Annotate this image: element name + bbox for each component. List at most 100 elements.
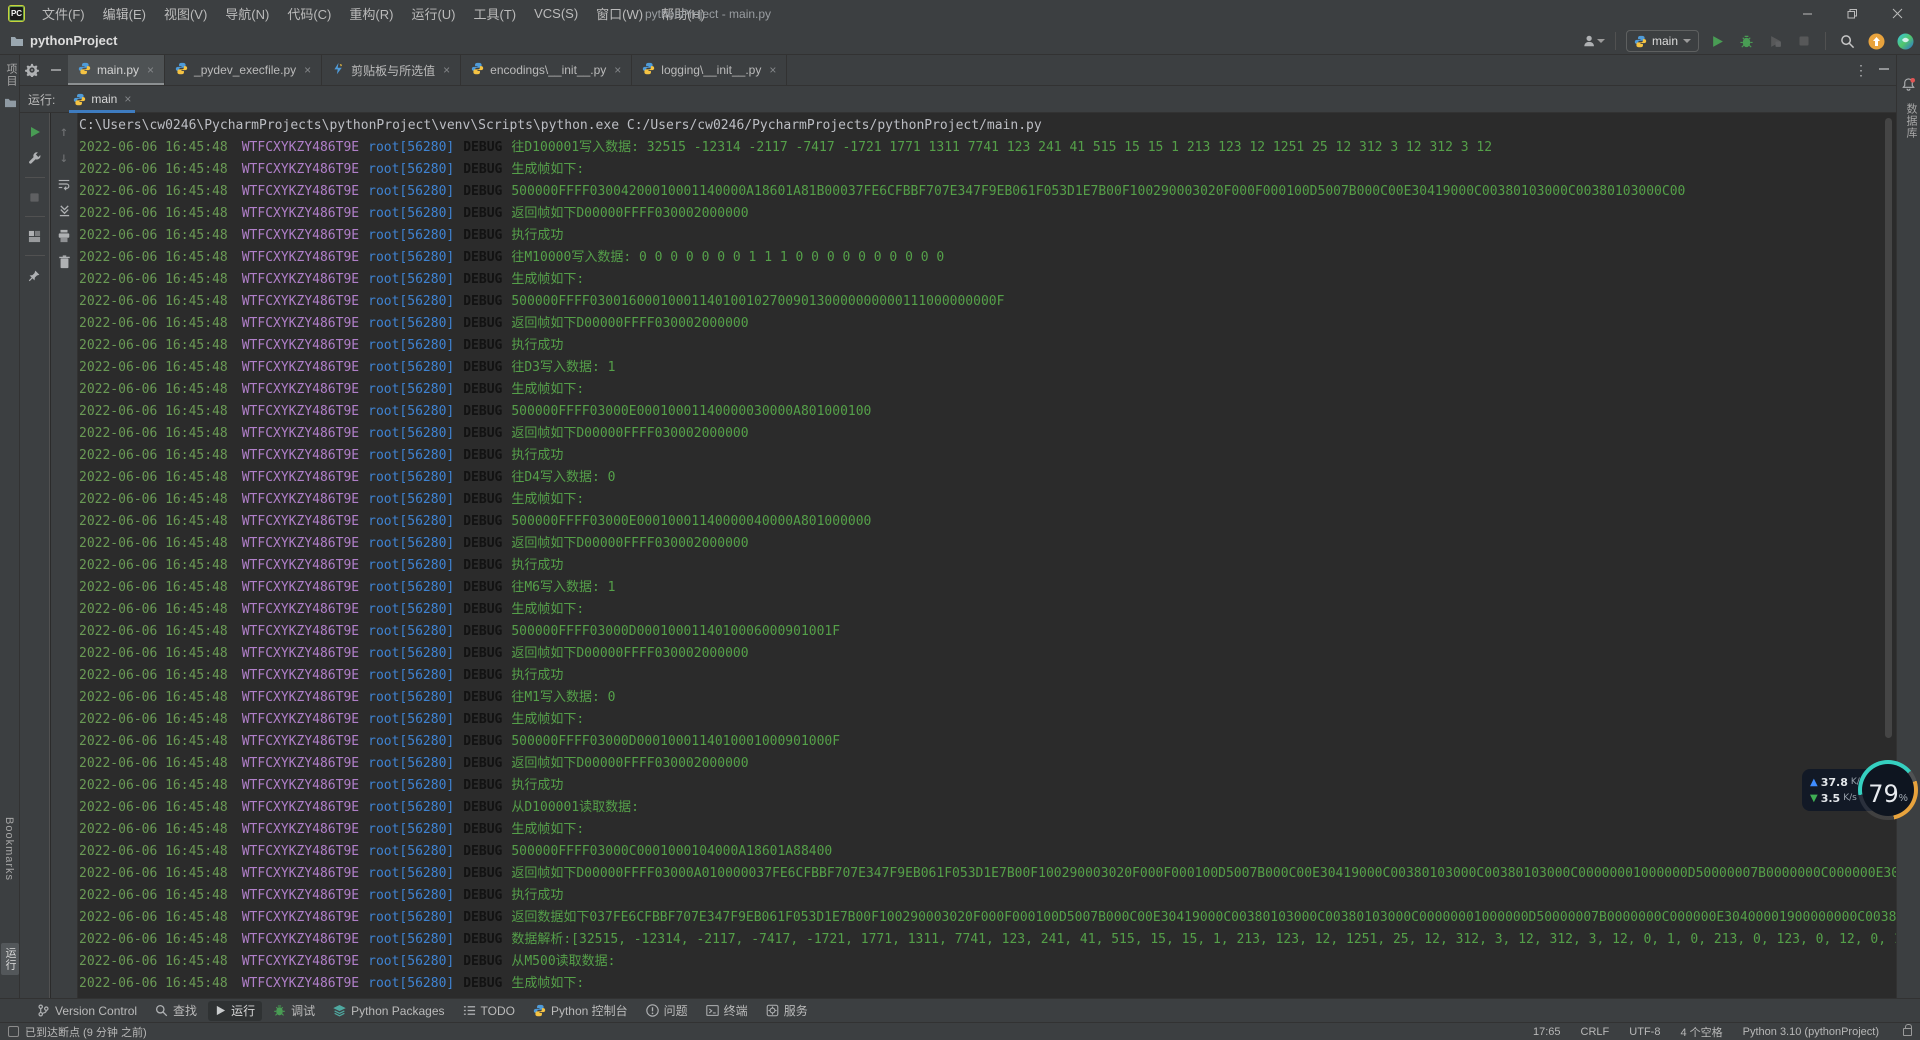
- sidebar-item-run[interactable]: 运行: [1, 943, 19, 975]
- restore-layout-icon[interactable]: [24, 225, 46, 247]
- debug-button[interactable]: [1735, 30, 1757, 52]
- log-logger: root[56280]: [368, 250, 454, 265]
- menu-item-8[interactable]: VCS(S): [525, 0, 587, 27]
- search-everywhere-icon[interactable]: [1836, 30, 1858, 52]
- log-line-8: 2022-06-06 16:45:48WTFCXYKZY486T9Eroot[5…: [79, 313, 1896, 335]
- soft-wrap-icon[interactable]: [53, 173, 75, 195]
- editor-tab-3[interactable]: encodings\__init__.py×: [461, 55, 632, 85]
- run-button[interactable]: [1706, 30, 1728, 52]
- run-configuration-select[interactable]: main: [1626, 30, 1699, 52]
- wrench-settings-icon[interactable]: [24, 147, 46, 169]
- menu-item-1[interactable]: 编辑(E): [94, 0, 155, 27]
- log-line-32: 2022-06-06 16:45:48WTFCXYKZY486T9Eroot[5…: [79, 841, 1896, 863]
- toolwindow-button-todo[interactable]: TODO: [456, 1001, 522, 1021]
- hide-tabs-icon[interactable]: [44, 55, 68, 85]
- log-session-id: WTFCXYKZY486T9E: [242, 954, 359, 969]
- close-icon[interactable]: ×: [147, 63, 154, 77]
- file-encoding[interactable]: UTF-8: [1629, 1026, 1660, 1038]
- toolwindow-button-debug[interactable]: 调试: [266, 1001, 322, 1021]
- maximize-button[interactable]: [1830, 0, 1875, 27]
- log-message: 500000FFFF03000E00010001140000030000A801…: [511, 404, 871, 419]
- toolwindow-button-services[interactable]: 服务: [759, 1001, 815, 1021]
- editor-tab-4[interactable]: logging\__init__.py×: [632, 55, 787, 85]
- log-timestamp: 2022-06-06 16:45:48: [79, 866, 228, 881]
- menu-item-3[interactable]: 导航(N): [216, 0, 278, 27]
- menu-item-9[interactable]: 窗口(W): [587, 0, 652, 27]
- log-logger: root[56280]: [368, 866, 454, 881]
- python-icon: [175, 62, 188, 78]
- close-icon[interactable]: ×: [124, 92, 131, 106]
- menu-item-7[interactable]: 工具(T): [464, 0, 525, 27]
- hide-window-icon[interactable]: [1878, 62, 1890, 80]
- editor-tab-1[interactable]: _pydev_execfile.py×: [165, 55, 322, 85]
- project-selector[interactable]: pythonProject: [10, 33, 117, 48]
- close-icon[interactable]: ×: [769, 63, 776, 77]
- editor-tab-0[interactable]: main.py×: [68, 55, 165, 85]
- indent-setting[interactable]: 4 个空格: [1680, 1024, 1722, 1040]
- sidebar-item-bookmarks[interactable]: Bookmarks: [3, 817, 15, 881]
- log-level: DEBUG: [463, 932, 502, 947]
- up-stack-trace-icon[interactable]: ↑: [53, 121, 75, 143]
- menu-item-4[interactable]: 代码(C): [278, 0, 340, 27]
- minimize-button[interactable]: [1785, 0, 1830, 27]
- toolwindow-button-python-console[interactable]: Python 控制台: [526, 1001, 635, 1021]
- close-window-button[interactable]: [1875, 0, 1920, 27]
- gear-icon[interactable]: [20, 55, 44, 85]
- clear-all-icon[interactable]: [53, 251, 75, 273]
- toolwindow-button-find[interactable]: 查找: [148, 1001, 204, 1021]
- stop-icon[interactable]: [24, 186, 46, 208]
- menu-item-0[interactable]: 文件(F): [33, 0, 94, 27]
- notifications-bell-icon[interactable]: [1901, 77, 1916, 97]
- close-icon[interactable]: ×: [304, 63, 311, 77]
- log-session-id: WTFCXYKZY486T9E: [242, 228, 359, 243]
- log-level: DEBUG: [463, 602, 502, 617]
- close-icon[interactable]: ×: [443, 63, 450, 77]
- rerun-icon[interactable]: [24, 121, 46, 143]
- toolwindow-button-terminal[interactable]: 终端: [699, 1001, 755, 1021]
- editor-tab-2[interactable]: 剪贴板与所选值×: [322, 55, 461, 85]
- log-line-1: 2022-06-06 16:45:48WTFCXYKZY486T9Eroot[5…: [79, 159, 1896, 181]
- pin-icon[interactable]: [24, 264, 46, 286]
- menu-item-2[interactable]: 视图(V): [155, 0, 216, 27]
- scroll-to-end-icon[interactable]: [53, 199, 75, 221]
- log-level: DEBUG: [463, 426, 502, 441]
- console-scrollbar[interactable]: [1885, 118, 1892, 738]
- close-icon[interactable]: ×: [614, 63, 621, 77]
- toolwindow-button-label: 终端: [724, 1002, 748, 1019]
- menu-item-5[interactable]: 重构(R): [340, 0, 402, 27]
- kebab-menu-icon[interactable]: ⋮: [1854, 62, 1868, 79]
- line-ending[interactable]: CRLF: [1581, 1026, 1610, 1038]
- folder-icon: [10, 35, 24, 47]
- sidebar-item-database[interactable]: 数据库: [1903, 103, 1919, 139]
- log-session-id: WTFCXYKZY486T9E: [242, 294, 359, 309]
- down-stack-trace-icon[interactable]: ↓: [53, 147, 75, 169]
- log-timestamp: 2022-06-06 16:45:48: [79, 404, 228, 419]
- toolwindow-button-run[interactable]: 运行: [208, 1001, 262, 1021]
- stop-button[interactable]: [1793, 30, 1815, 52]
- run-console-output[interactable]: C:\Users\cw0246\PycharmProjects\pythonPr…: [79, 113, 1896, 998]
- folder-icon[interactable]: [4, 97, 17, 108]
- log-level: DEBUG: [463, 162, 502, 177]
- log-line-14: 2022-06-06 16:45:48WTFCXYKZY486T9Eroot[5…: [79, 445, 1896, 467]
- menu-item-6[interactable]: 运行(U): [402, 0, 464, 27]
- toolwindow-button-python-packages[interactable]: Python Packages: [326, 1001, 451, 1021]
- python-interpreter[interactable]: Python 3.10 (pythonProject): [1743, 1026, 1879, 1038]
- log-logger: root[56280]: [368, 448, 454, 463]
- print-icon[interactable]: [53, 225, 75, 247]
- run-with-coverage-button[interactable]: [1764, 30, 1786, 52]
- lock-icon[interactable]: [1903, 1028, 1912, 1036]
- play-icon: [215, 1005, 226, 1016]
- run-session-tab[interactable]: main ×: [69, 86, 135, 113]
- toolwindow-button-version-control[interactable]: Version Control: [30, 1001, 144, 1021]
- update-project-icon[interactable]: [1865, 30, 1887, 52]
- code-with-me-icon[interactable]: [1894, 30, 1916, 52]
- user-account-icon[interactable]: [1583, 30, 1605, 52]
- search-icon: [155, 1004, 168, 1017]
- caret-position[interactable]: 17:65: [1533, 1026, 1561, 1038]
- log-level: DEBUG: [463, 668, 502, 683]
- log-logger: root[56280]: [368, 756, 454, 771]
- divider: [25, 216, 45, 217]
- toolbar-separator: [1825, 32, 1826, 50]
- sidebar-item-project[interactable]: 项目: [3, 63, 19, 87]
- toolwindow-button-problems[interactable]: 问题: [639, 1001, 695, 1021]
